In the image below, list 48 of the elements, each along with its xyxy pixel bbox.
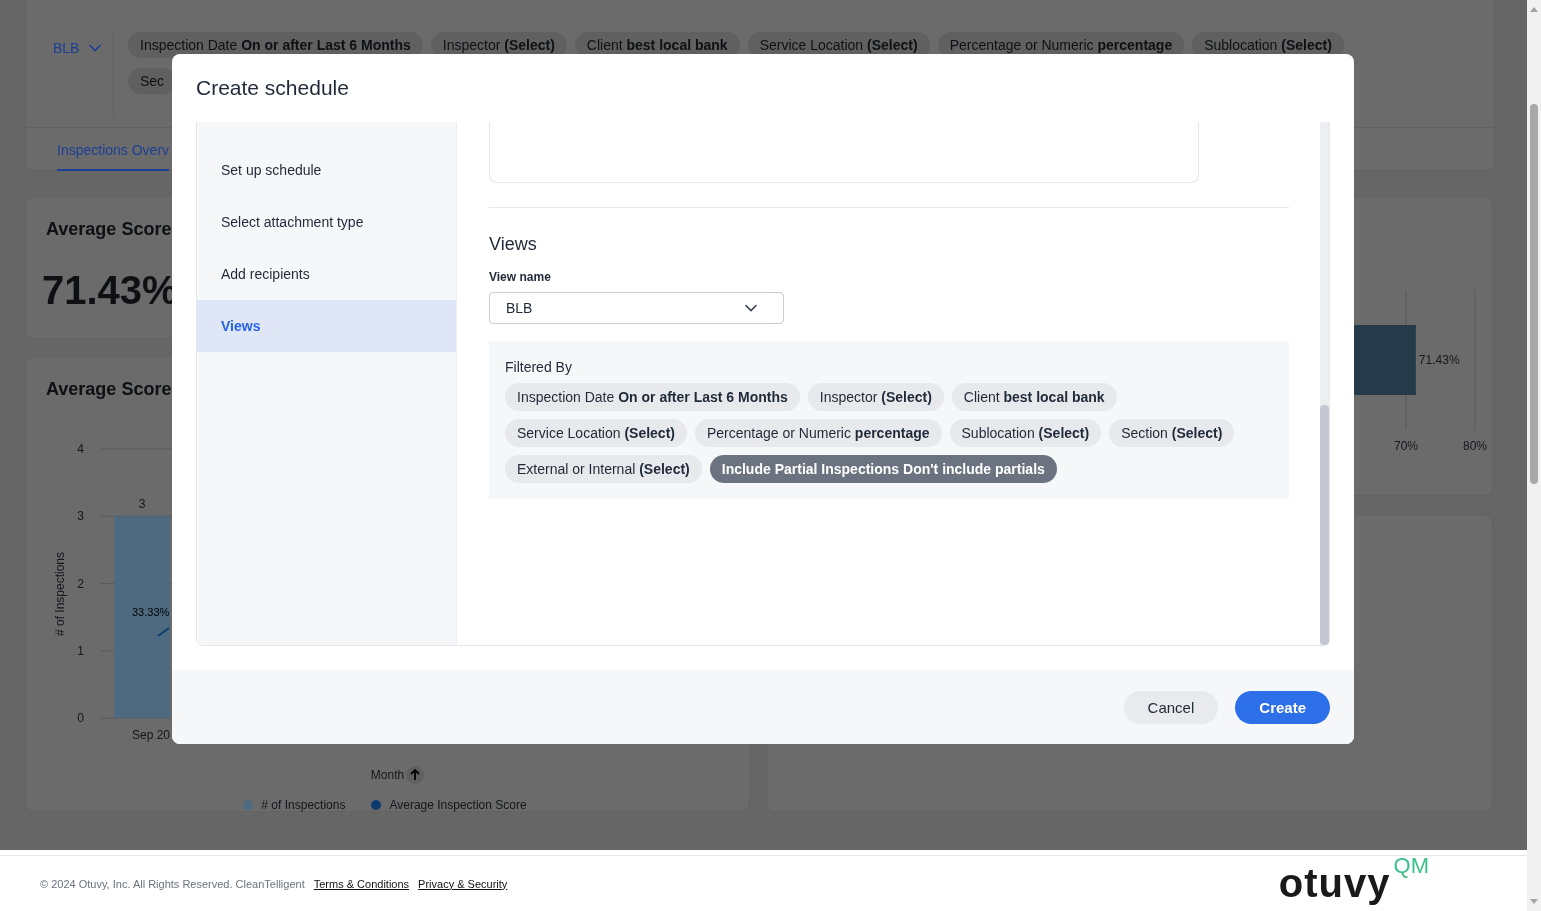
- filter-chip: Inspection Date On or after Last 6 Months: [505, 383, 800, 411]
- axis-tick-label: 2: [77, 576, 84, 591]
- step-item[interactable]: Set up schedule: [197, 144, 456, 196]
- panel-heading: Filtered By: [505, 359, 573, 375]
- filter-chip: Sublocation (Select): [949, 419, 1102, 447]
- score-value: 71.43%: [42, 268, 178, 313]
- footer-link[interactable]: Privacy & Security: [418, 877, 508, 890]
- filter-chip: Percentage or Numeric percentage: [695, 419, 942, 447]
- axis-tick-label: Sep 20: [132, 728, 171, 742]
- data-label: 71.43%: [1418, 353, 1460, 367]
- view-dropdown[interactable]: BLB: [53, 35, 113, 61]
- trend-line: [157, 627, 170, 637]
- view-name-select[interactable]: BLB: [489, 292, 784, 324]
- create-button[interactable]: Create: [1235, 691, 1330, 724]
- filter-chip: Section (Select): [1109, 419, 1235, 447]
- cancel-button[interactable]: Cancel: [1123, 691, 1219, 724]
- copyright-text: © 2024 Otuvy, Inc. All Rights Reserved. CleanTelligent: [40, 877, 305, 890]
- card-title: Average Score: [46, 379, 172, 400]
- scrollbar[interactable]: [1320, 122, 1329, 645]
- axis-tick-label: 70%: [1394, 439, 1418, 453]
- text-area-field[interactable]: [489, 122, 1199, 183]
- step-item[interactable]: Select attachment type: [197, 196, 456, 248]
- data-label: 33.33%: [132, 606, 170, 618]
- chevron-down-icon: [89, 44, 102, 52]
- legend-label[interactable]: Average Inspection Score: [389, 798, 527, 812]
- legend-label[interactable]: # of Inspections: [261, 798, 346, 812]
- filter-chip: Inspector (Select): [807, 383, 944, 411]
- step-item[interactable]: Add recipients: [197, 248, 456, 300]
- chevron-down-icon: [745, 304, 757, 312]
- axis-title: # of Inspections: [53, 551, 67, 637]
- tab[interactable]: Inspections Overv: [57, 128, 170, 171]
- filter-chip: Service Location (Select): [505, 419, 687, 447]
- data-label: 3: [138, 497, 146, 512]
- step-item[interactable]: Views: [197, 300, 456, 352]
- field-label: View name: [489, 270, 552, 284]
- footer-link[interactable]: Terms & Conditions: [313, 877, 410, 890]
- filter-chip: Client best local bank: [951, 383, 1117, 411]
- filter-chip: Include Partial Inspections Don't include partials: [709, 455, 1057, 483]
- axis-tick-label: 3: [77, 509, 84, 524]
- dialog-title: Create schedule: [195, 75, 350, 101]
- card-title: Average Score: [46, 219, 172, 240]
- axis-tick-label: 4: [77, 442, 84, 456]
- axis-title: Month: [370, 768, 405, 782]
- section-title: Views: [489, 234, 538, 255]
- axis-tick-label: 0: [77, 711, 84, 725]
- axis-tick-label: 1: [77, 643, 84, 658]
- axis-tick-label: 80%: [1463, 439, 1487, 453]
- filter-chip: External or Internal (Select): [505, 455, 702, 483]
